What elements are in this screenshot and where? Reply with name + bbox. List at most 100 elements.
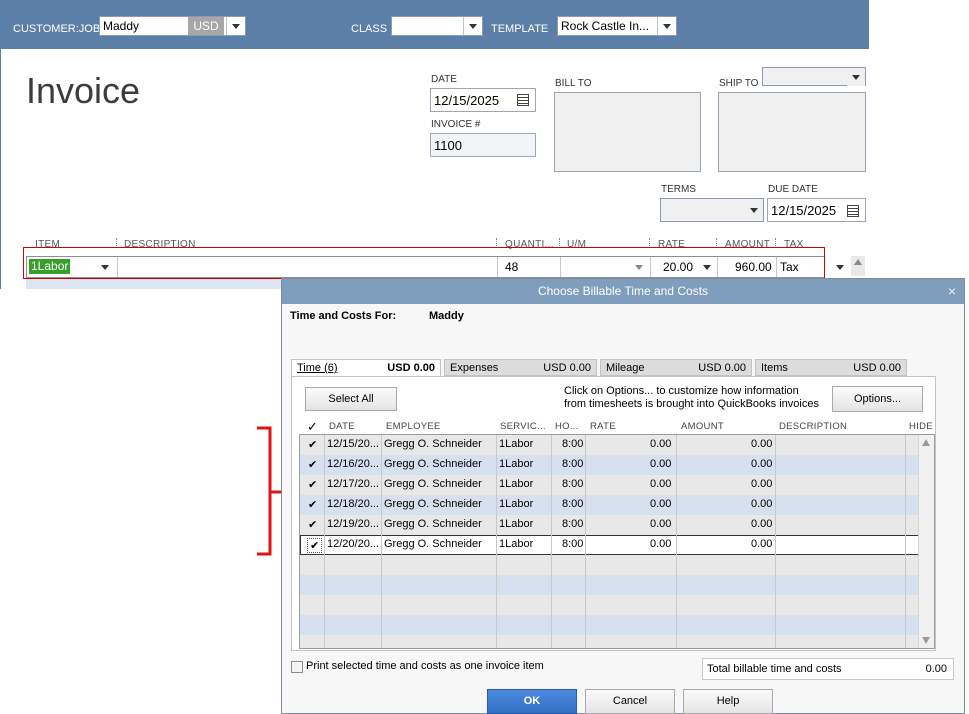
empty-row xyxy=(300,575,919,595)
close-icon[interactable]: × xyxy=(948,279,956,304)
check-icon[interactable]: ✔ xyxy=(307,538,323,553)
cancel-button[interactable]: Cancel xyxy=(585,689,675,714)
table-row[interactable]: ✔ 12/16/20... Gregg O. Schneider 1Labor … xyxy=(300,455,919,475)
grid-divider xyxy=(585,435,586,648)
chevron-down-icon[interactable] xyxy=(463,17,482,35)
grid-divider xyxy=(775,435,776,648)
ship-to-combo[interactable] xyxy=(762,67,866,86)
cell-amount: 0.00 xyxy=(751,498,773,510)
grid-header-check: ✓ xyxy=(307,419,319,434)
cell-rate: 0.00 xyxy=(650,458,672,470)
empty-row xyxy=(300,615,919,635)
bill-to-field[interactable] xyxy=(554,92,701,172)
check-icon[interactable]: ✔ xyxy=(308,518,317,531)
cell-rate: 0.00 xyxy=(650,478,672,490)
grid-header-hours: HO... xyxy=(555,421,579,432)
cell-date: 12/20/20... xyxy=(327,538,379,550)
chevron-down-icon[interactable] xyxy=(657,17,676,35)
ship-to-label: SHIP TO xyxy=(719,78,759,89)
select-all-button[interactable]: Select All xyxy=(305,387,397,411)
grid-header-amount: AMOUNT xyxy=(681,421,724,432)
empty-row xyxy=(300,635,919,648)
cell-hours: 8:00 xyxy=(562,498,584,510)
class-label: CLASS xyxy=(351,23,388,35)
tab-label: Items xyxy=(761,362,788,374)
dialog-title-bar: Choose Billable Time and Costs × xyxy=(282,279,964,304)
calendar-icon[interactable] xyxy=(847,205,859,217)
tab-amount: USD 0.00 xyxy=(853,362,901,374)
invoice-number-value: 1100 xyxy=(434,138,462,153)
currency-badge: USD xyxy=(188,17,224,35)
check-icon[interactable]: ✔ xyxy=(308,498,317,511)
class-combo[interactable] xyxy=(391,16,483,36)
cell-employee: Gregg O. Schneider xyxy=(384,478,482,490)
table-row[interactable]: ✔ 12/18/20... Gregg O. Schneider 1Labor … xyxy=(300,495,919,515)
cell-rate: 0.00 xyxy=(650,538,672,550)
cell-service: 1Labor xyxy=(499,438,534,450)
tab-mileage[interactable]: Mileage USD 0.00 xyxy=(600,359,752,376)
check-icon[interactable]: ✔ xyxy=(308,438,317,451)
ok-button[interactable]: OK xyxy=(487,689,577,714)
table-row[interactable]: ✔ 12/19/20... Gregg O. Schneider 1Labor … xyxy=(300,515,919,535)
time-costs-for-value: Maddy xyxy=(429,310,464,322)
total-billable-value: 0.00 xyxy=(925,663,947,675)
tab-expenses[interactable]: Expenses USD 0.00 xyxy=(444,359,597,376)
table-row[interactable]: ✔ 12/17/20... Gregg O. Schneider 1Labor … xyxy=(300,475,919,495)
ship-to-field[interactable] xyxy=(718,92,866,172)
dialog-title: Choose Billable Time and Costs xyxy=(537,284,709,298)
options-button[interactable]: Options... xyxy=(832,386,923,412)
check-icon[interactable]: ✔ xyxy=(308,458,317,471)
cell-employee: Gregg O. Schneider xyxy=(384,438,482,450)
due-date-value: 12/15/2025 xyxy=(771,203,837,218)
invoice-number-label: INVOICE # xyxy=(431,119,481,130)
template-combo[interactable]: Rock Castle In... xyxy=(557,16,677,36)
grid-header-hide: HIDE xyxy=(909,421,933,432)
grid-divider xyxy=(381,435,382,648)
date-field[interactable]: 12/15/2025 xyxy=(430,88,536,112)
chevron-down-icon[interactable] xyxy=(836,265,844,270)
chevron-down-icon[interactable] xyxy=(226,17,245,35)
template-label: TEMPLATE xyxy=(491,23,549,35)
grid-divider xyxy=(324,435,325,648)
table-row[interactable]: ✔ 12/15/20... Gregg O. Schneider 1Labor … xyxy=(300,435,919,455)
scroll-down-icon[interactable] xyxy=(922,637,930,644)
cell-hours: 8:00 xyxy=(562,458,584,470)
cell-hours: 8:00 xyxy=(562,438,584,450)
line-items-scrollbar[interactable] xyxy=(851,256,865,276)
scroll-up-icon[interactable] xyxy=(854,259,862,265)
cell-employee: Gregg O. Schneider xyxy=(384,498,482,510)
billable-time-dialog: Choose Billable Time and Costs × Time an… xyxy=(281,278,965,714)
print-as-one-checkbox[interactable] xyxy=(291,661,303,673)
chevron-down-icon[interactable] xyxy=(745,201,763,219)
tab-amount: USD 0.00 xyxy=(387,362,435,374)
table-row-selected[interactable]: ✔ 12/20/20... Gregg O. Schneider 1Labor … xyxy=(300,535,919,555)
grid-divider xyxy=(496,435,497,648)
cell-date: 12/19/20... xyxy=(327,518,379,530)
scroll-up-icon[interactable] xyxy=(922,439,930,446)
date-value: 12/15/2025 xyxy=(434,93,500,108)
invoice-number-field[interactable]: 1100 xyxy=(430,133,536,157)
cell-rate: 0.00 xyxy=(650,438,672,450)
cell-date: 12/15/20... xyxy=(327,438,379,450)
calendar-icon[interactable] xyxy=(517,94,529,106)
customer-job-combo[interactable]: Maddy USD xyxy=(99,16,246,36)
help-button[interactable]: Help xyxy=(683,689,773,714)
cell-amount: 0.00 xyxy=(751,438,773,450)
tab-items[interactable]: Items USD 0.00 xyxy=(755,359,907,376)
chevron-down-icon[interactable] xyxy=(847,68,865,86)
invoice-header-bar: CUSTOMER:JOB Maddy USD CLASS TEMPLATE Ro… xyxy=(0,0,869,49)
total-billable-box: Total billable time and costs 0.00 xyxy=(702,658,954,680)
check-icon[interactable]: ✔ xyxy=(308,478,317,491)
terms-combo[interactable] xyxy=(660,198,764,222)
terms-label: TERMS xyxy=(661,184,696,195)
tab-amount: USD 0.00 xyxy=(698,362,746,374)
due-date-field[interactable]: 12/15/2025 xyxy=(767,198,866,222)
cell-hours: 8:00 xyxy=(562,538,584,550)
empty-row xyxy=(300,555,919,575)
due-date-label: DUE DATE xyxy=(768,184,818,195)
cell-date: 12/18/20... xyxy=(327,498,379,510)
grid-header-service: SERVIC... xyxy=(500,421,546,432)
grid-header-date: DATE xyxy=(329,421,355,432)
grid-scrollbar[interactable] xyxy=(918,435,934,648)
grid-header-rate: RATE xyxy=(590,421,616,432)
